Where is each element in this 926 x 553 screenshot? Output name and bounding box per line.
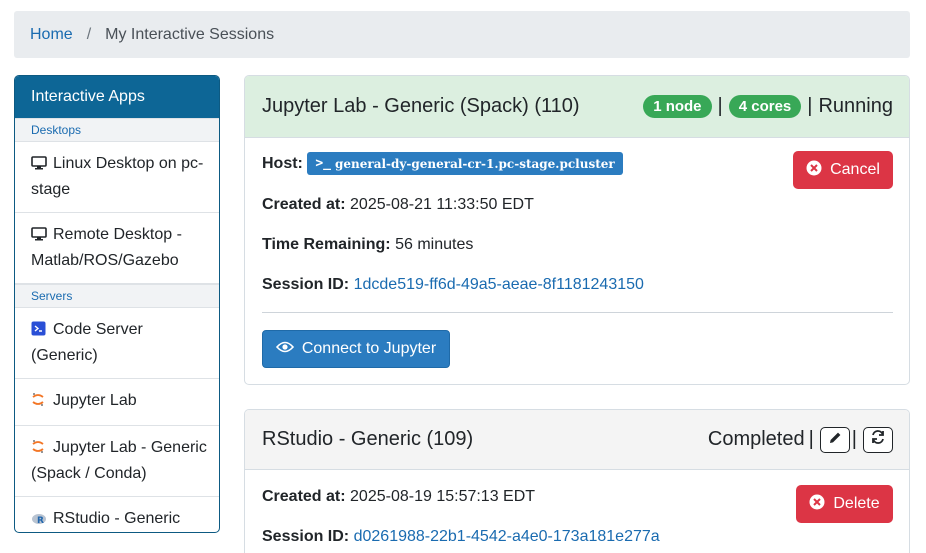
sidebar-item-remote-desktop[interactable]: Remote Desktop - Matlab/ROS/Gazebo: [15, 213, 219, 284]
status-text: Completed: [707, 428, 805, 450]
session-id-link[interactable]: d0261988-22b1-4542-a4e0-173a181e277a: [354, 528, 660, 545]
session-card-rstudio: RStudio - Generic (109) Completed | | Cr…: [244, 409, 910, 553]
sidebar-item-label: Remote Desktop - Matlab/ROS/Gazebo: [31, 226, 182, 269]
breadcrumb: Home / My Interactive Sessions: [14, 11, 910, 58]
time-remaining-value: 56 minutes: [395, 236, 474, 253]
jupyter-icon: [31, 438, 49, 462]
time-remaining-label: Time Remaining:: [262, 236, 391, 253]
monitor-icon: [31, 154, 49, 178]
sidebar-header: Interactive Apps: [15, 76, 219, 118]
sidebar-item-label: RStudio - Generic: [53, 510, 181, 527]
created-value: 2025-08-19 15:57:13 EDT: [350, 488, 536, 505]
created-label: Created at:: [262, 488, 346, 505]
created-value: 2025-08-21 11:33:50 EDT: [350, 196, 534, 213]
connect-label: Connect to Jupyter: [301, 340, 437, 357]
created-row: Created at: 2025-08-19 15:57:13 EDT: [262, 488, 535, 506]
session-card-header: RStudio - Generic (109) Completed | |: [245, 410, 909, 470]
relaunch-button[interactable]: [863, 426, 893, 453]
vscode-icon: [31, 320, 49, 344]
jupyter-icon: [31, 391, 49, 415]
refresh-icon: [870, 428, 886, 451]
x-circle-icon: [809, 494, 825, 515]
sidebar-item-label: Linux Desktop on pc-stage: [31, 155, 204, 198]
session-id-row: Session ID: d0261988-22b1-4542-a4e0-173a…: [262, 528, 660, 546]
time-remaining-row: Time Remaining: 56 minutes: [262, 236, 473, 254]
status-separator: |: [851, 428, 857, 450]
terminal-icon: >_: [315, 156, 331, 171]
host-label: Host:: [262, 155, 303, 172]
cancel-button[interactable]: Cancel: [793, 151, 893, 189]
eye-icon: [275, 340, 294, 358]
sidebar-item-rstudio[interactable]: R RStudio - Generic: [15, 497, 219, 532]
sidebar-item-jupyter-lab-generic[interactable]: Jupyter Lab - Generic (Spack / Conda): [15, 426, 219, 497]
status-separator: |: [717, 95, 723, 117]
pencil-icon: [828, 428, 842, 451]
host-row: Host: >_ general-dy-general-cr-1.pc-stage…: [262, 152, 623, 175]
rstudio-icon: R: [31, 509, 49, 532]
session-status: Completed | |: [707, 426, 893, 453]
breadcrumb-current: My Interactive Sessions: [105, 25, 275, 43]
breadcrumb-home-link[interactable]: Home: [30, 26, 73, 44]
delete-label: Delete: [833, 495, 880, 512]
svg-text:R: R: [37, 516, 44, 525]
session-title: RStudio - Generic (109): [262, 428, 474, 450]
created-row: Created at: 2025-08-21 11:33:50 EDT: [262, 196, 534, 214]
session-id-label: Session ID:: [262, 528, 350, 545]
sidebar-section-desktops: Desktops: [15, 118, 219, 142]
session-card-header: Jupyter Lab - Generic (Spack) (110) 1 no…: [245, 76, 909, 138]
status-separator: |: [808, 428, 814, 450]
node-count-badge: 1 node: [643, 95, 712, 118]
created-label: Created at:: [262, 196, 346, 213]
host-name: general-dy-general-cr-1.pc-stage.pcluste…: [335, 156, 615, 171]
sidebar-item-label: Jupyter Lab: [53, 392, 137, 409]
edit-button[interactable]: [819, 426, 850, 453]
breadcrumb-separator: /: [86, 25, 92, 43]
core-count-badge: 4 cores: [728, 95, 802, 118]
session-card-jupyter: Jupyter Lab - Generic (Spack) (110) 1 no…: [244, 75, 910, 385]
session-title: Jupyter Lab - Generic (Spack) (110): [262, 95, 580, 117]
sidebar-item-jupyter-lab[interactable]: Jupyter Lab: [15, 379, 219, 426]
session-status: 1 node | 4 cores | Running: [643, 95, 893, 118]
session-id-label: Session ID:: [262, 276, 350, 293]
x-circle-icon: [806, 160, 822, 181]
card-divider: [262, 312, 893, 313]
delete-button[interactable]: Delete: [796, 485, 893, 523]
status-text: Running: [818, 95, 893, 117]
host-badge[interactable]: >_ general-dy-general-cr-1.pc-stage.pclus…: [307, 152, 623, 175]
sidebar-section-servers: Servers: [15, 284, 219, 308]
sidebar-item-label: Jupyter Lab - Generic (Spack / Conda): [31, 439, 207, 482]
session-id-row: Session ID: 1dcde519-ff6d-49a5-aeae-8f11…: [262, 276, 644, 294]
cancel-label: Cancel: [830, 161, 880, 178]
connect-to-jupyter-button[interactable]: Connect to Jupyter: [262, 330, 450, 368]
sidebar-item-linux-desktop[interactable]: Linux Desktop on pc-stage: [15, 142, 219, 213]
interactive-apps-sidebar: Interactive Apps Desktops Linux Desktop …: [14, 75, 220, 533]
status-separator: |: [807, 95, 813, 117]
session-id-link[interactable]: 1dcde519-ff6d-49a5-aeae-8f1181243150: [354, 276, 644, 293]
sidebar-item-code-server[interactable]: Code Server (Generic): [15, 308, 219, 379]
monitor-icon: [31, 225, 49, 249]
